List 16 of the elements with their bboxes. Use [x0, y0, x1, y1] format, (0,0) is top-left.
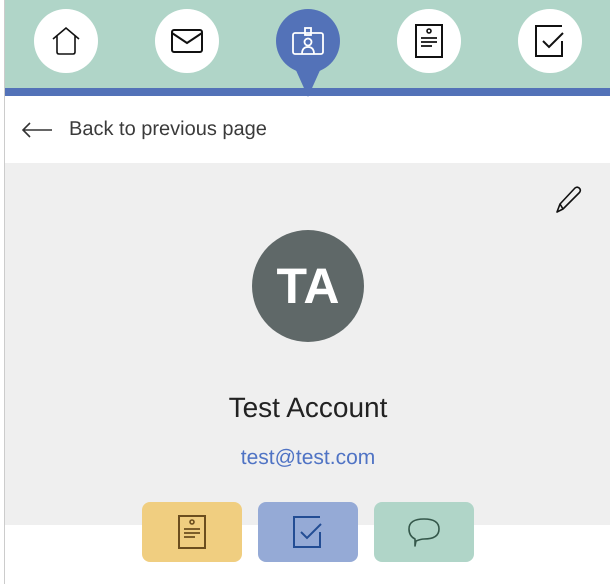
- action-button[interactable]: [374, 502, 474, 562]
- email-link[interactable]: test@test.com: [240, 446, 376, 470]
- account-name: Test Account: [228, 392, 388, 424]
- document-icon: [414, 23, 444, 59]
- action-button[interactable]: [258, 502, 358, 562]
- checkbox-icon: [534, 24, 566, 58]
- speech-bubble-icon: [407, 516, 441, 548]
- document-icon: [177, 514, 207, 550]
- mail-icon: [170, 28, 204, 54]
- checkbox-icon: [292, 515, 324, 549]
- home-icon: [50, 26, 81, 56]
- avatar: TA: [252, 230, 364, 342]
- back-link[interactable]: Back to previous page: [21, 118, 267, 141]
- id-badge-icon: [290, 26, 325, 56]
- back-arrow-icon: [21, 122, 53, 138]
- action-button[interactable]: [142, 502, 242, 562]
